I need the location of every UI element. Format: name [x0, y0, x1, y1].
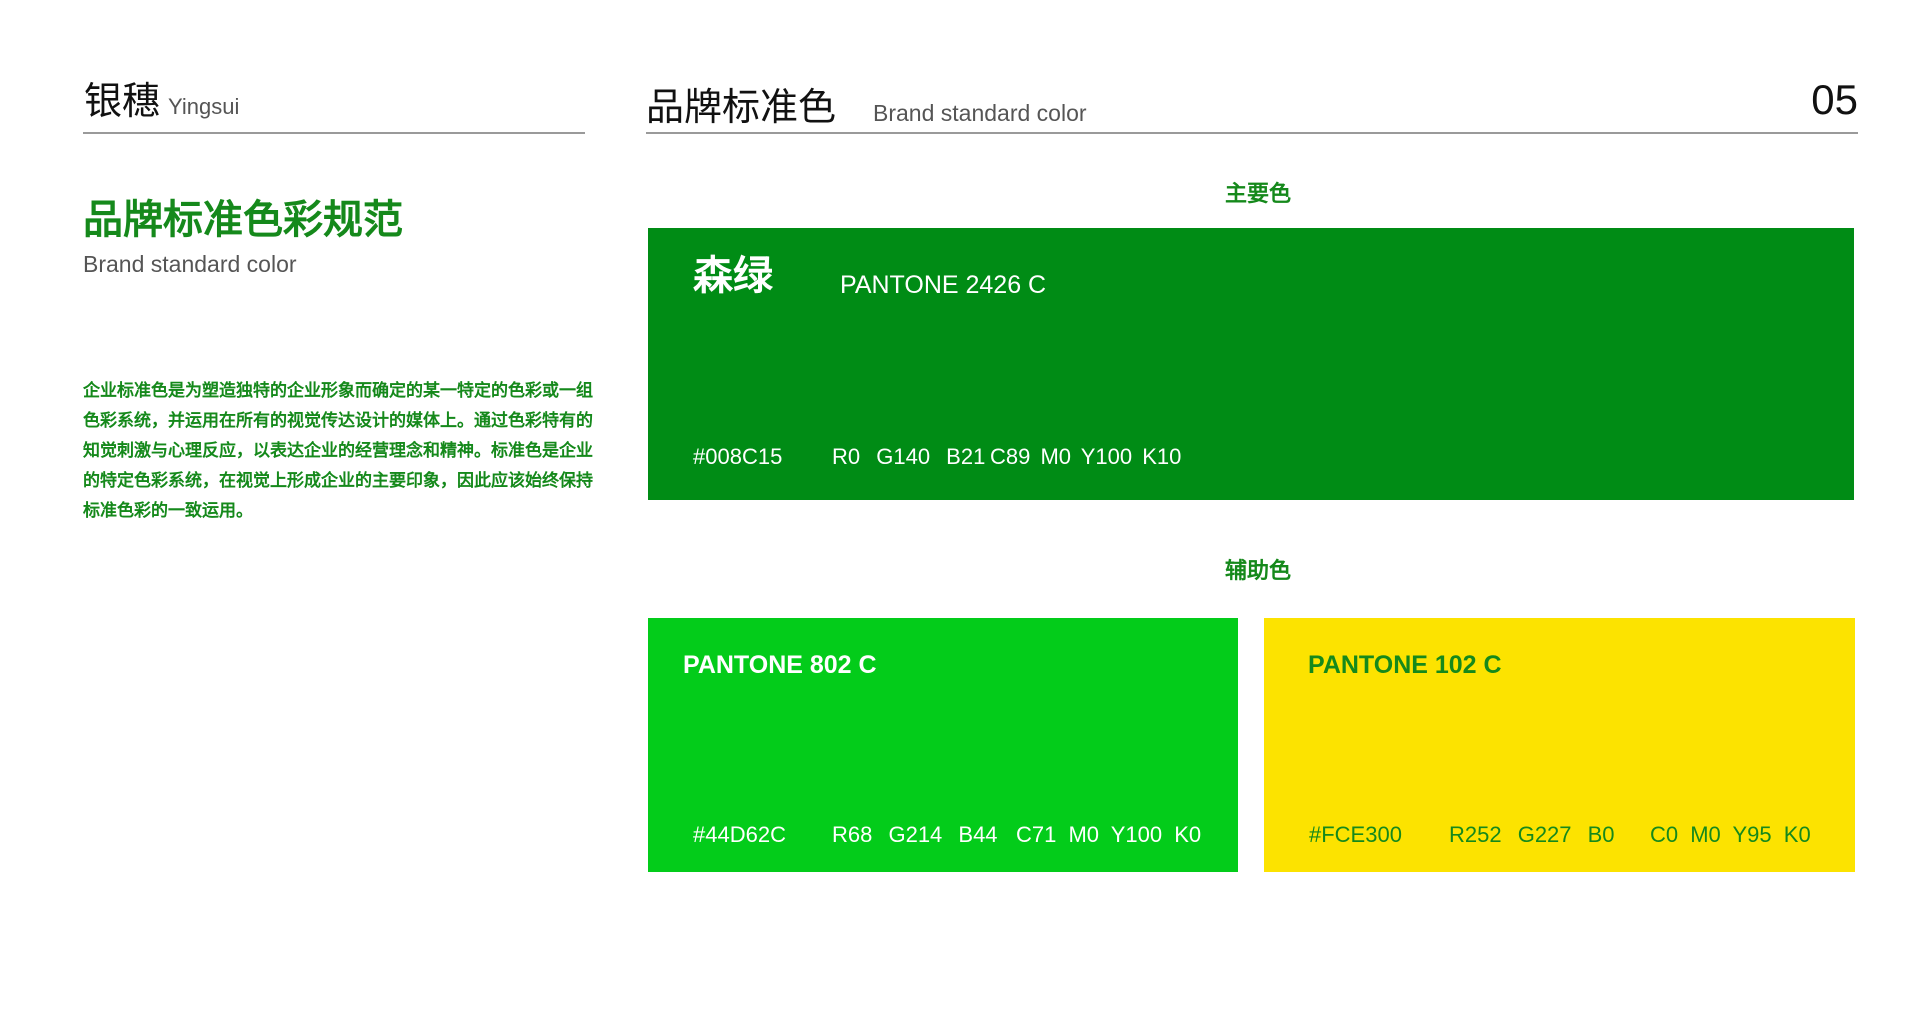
brand-name-en: Yingsui: [168, 94, 240, 119]
secondary-cmyk-value: C71 M0 Y100 K0: [1016, 822, 1202, 847]
brand-name-cn: 银穗: [84, 81, 161, 123]
primary-cmyk-value: C89 M0 Y100 K10: [990, 444, 1182, 469]
section-title-cn: 品牌标准色: [646, 87, 837, 129]
page-number: 05: [1811, 76, 1858, 123]
secondary-color-swatch: PANTONE 802 C #44D62C R68 G214 B44 C71 M…: [648, 618, 1238, 872]
description-text: 企业标准色是为塑造独特的企业形象而确定的某一特定的色彩或一组色彩系统，并运用在所…: [83, 381, 593, 520]
primary-pantone-code: PANTONE 2426 C: [840, 271, 1047, 299]
page-title-en: Brand standard color: [83, 251, 297, 277]
primary-hex-value: #008C15: [693, 444, 783, 469]
secondary-color-swatch: PANTONE 102 C #FCE300 R252 G227 B0 C0 M0…: [1264, 618, 1855, 872]
section-title-en: Brand standard color: [873, 100, 1087, 126]
header-divider-right: [646, 132, 1858, 134]
primary-color-label: 主要色: [1224, 181, 1291, 206]
secondary-hex-value: #FCE300: [1309, 822, 1402, 847]
secondary-rgb-value: R252 G227 B0: [1449, 822, 1615, 847]
page-title-cn: 品牌标准色彩规范: [83, 198, 403, 242]
primary-color-name: 森绿: [693, 254, 773, 298]
secondary-pantone-code: PANTONE 102 C: [1308, 651, 1502, 679]
secondary-color-label: 辅助色: [1224, 558, 1291, 583]
header-divider-left: [83, 132, 585, 134]
secondary-pantone-code: PANTONE 802 C: [683, 651, 877, 679]
primary-color-swatch: 森绿 PANTONE 2426 C #008C15 R0 G140 B21 C8…: [648, 228, 1854, 500]
primary-rgb-value: R0 G140 B21: [832, 444, 986, 469]
secondary-cmyk-value: C0 M0 Y95 K0: [1650, 822, 1811, 847]
secondary-hex-value: #44D62C: [693, 822, 786, 847]
secondary-rgb-value: R68 G214 B44: [832, 822, 998, 847]
